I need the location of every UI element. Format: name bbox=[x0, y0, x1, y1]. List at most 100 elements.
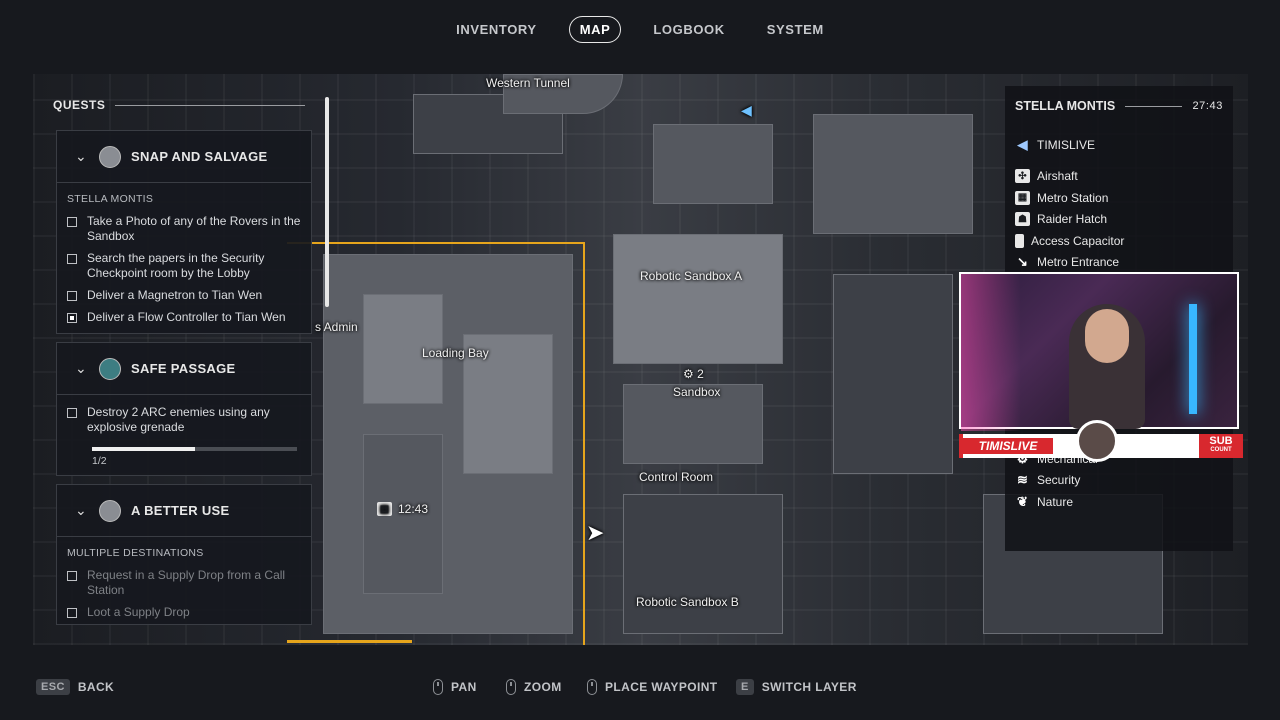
webcam-light bbox=[1189, 304, 1197, 414]
chevron-down-icon[interactable]: ⌄ bbox=[75, 148, 89, 165]
zoom-label: ZOOM bbox=[524, 680, 562, 694]
legend-player-name: TIMISLIVE bbox=[1037, 137, 1096, 152]
map-label-robotic-sandbox-a[interactable]: Robotic Sandbox A bbox=[640, 269, 742, 283]
quest-title: SAFE PASSAGE bbox=[131, 361, 236, 376]
objective-text: Take a Photo of any of the Rovers in the… bbox=[87, 214, 301, 243]
quest-progress-text: 1/2 bbox=[92, 455, 107, 467]
map-label-loading-bay[interactable]: Loading Bay bbox=[422, 346, 489, 360]
zoom-hint: ZOOM bbox=[506, 679, 562, 695]
quest-objective[interactable]: Deliver a Flow Controller to Tian Wen bbox=[57, 307, 311, 333]
map-label-control-room[interactable]: Control Room bbox=[639, 470, 713, 484]
legend-item-security[interactable]: ≋ Security bbox=[1005, 470, 1233, 492]
quests-title: QUESTS bbox=[53, 98, 106, 112]
legend-item-label: Raider Hatch bbox=[1037, 212, 1108, 227]
back-hint[interactable]: ESC BACK bbox=[36, 679, 114, 695]
quests-panel: QUESTS ⌄ SNAP AND SALVAGE STELLA MONTIS … bbox=[53, 90, 333, 630]
metro-entrance-icon: ↘ bbox=[1017, 254, 1028, 270]
back-label: BACK bbox=[77, 680, 115, 694]
raider-hatch-icon: ☗ bbox=[1015, 212, 1030, 227]
gear-icon: ⚙ bbox=[683, 367, 694, 381]
checkbox[interactable] bbox=[67, 608, 77, 618]
objective-text: Loot a Supply Drop bbox=[87, 605, 190, 619]
chevron-down-icon[interactable]: ⌄ bbox=[75, 502, 89, 519]
sub-count-badge: SUB COUNT bbox=[1199, 434, 1243, 458]
quest-objective[interactable]: Search the papers in the Security Checkp… bbox=[57, 248, 311, 285]
quests-header: QUESTS bbox=[53, 90, 333, 120]
quest-giver-avatar bbox=[99, 499, 121, 522]
legend-header: STELLA MONTIS 27:43 bbox=[1005, 86, 1233, 126]
tab-map[interactable]: MAP bbox=[568, 15, 622, 43]
metro-timer-marker[interactable]: ▦ 12:43 bbox=[377, 502, 428, 516]
divider bbox=[115, 104, 305, 106]
metro-station-icon: ▦ bbox=[1015, 190, 1030, 205]
quest-card-safe-passage[interactable]: ⌄ SAFE PASSAGE Destroy 2 ARC enemies usi… bbox=[56, 342, 312, 476]
cursor-icon: ➤ bbox=[586, 520, 605, 545]
quest-objective[interactable]: Destroy 2 ARC enemies using any explosiv… bbox=[57, 395, 311, 439]
metro-station-icon: ▦ bbox=[377, 502, 392, 516]
quest-title: SNAP AND SALVAGE bbox=[131, 149, 268, 164]
quest-card-header[interactable]: ⌄ SAFE PASSAGE bbox=[57, 343, 311, 395]
quest-card-header[interactable]: ⌄ A BETTER USE bbox=[57, 485, 311, 537]
streamer-name: TIMISLIVE bbox=[963, 438, 1053, 454]
quest-card-a-better-use[interactable]: ⌄ A BETTER USE MULTIPLE DESTINATIONS Req… bbox=[56, 484, 312, 625]
quest-objective[interactable]: Request in a Supply Drop from a Call Sta… bbox=[57, 565, 311, 602]
pan-hint: PAN bbox=[433, 679, 477, 695]
legend-item-label: Metro Entrance bbox=[1037, 255, 1120, 270]
objective-text: Deliver a Flow Controller to Tian Wen bbox=[87, 310, 286, 324]
divider bbox=[1125, 105, 1183, 107]
highlighted-zone-edge bbox=[287, 640, 412, 643]
quest-giver-avatar bbox=[99, 357, 121, 380]
security-icon: ≋ bbox=[1017, 472, 1028, 488]
legend-item-label: Nature bbox=[1037, 494, 1074, 509]
control-hints: ESC BACK PAN ZOOM PLACE WAYPOINT E SWITCH … bbox=[0, 679, 1280, 701]
checkbox[interactable] bbox=[67, 291, 77, 301]
player-arrow-icon: ◀ bbox=[741, 102, 752, 118]
map-label-robotic-sandbox-b[interactable]: Robotic Sandbox B bbox=[636, 595, 739, 609]
legend-item-airshaft[interactable]: ✣ Airshaft bbox=[1005, 166, 1233, 188]
legend-item-label: Airshaft bbox=[1037, 169, 1078, 184]
chevron-down-icon[interactable]: ⌄ bbox=[75, 360, 89, 377]
mouse-icon bbox=[433, 679, 443, 695]
legend-item-metro-entrance[interactable]: ↘ Metro Entrance bbox=[1005, 252, 1233, 274]
stream-logo-avatar bbox=[1076, 420, 1118, 462]
airshaft-icon: ✣ bbox=[1015, 169, 1030, 184]
tab-inventory[interactable]: INVENTORY bbox=[446, 17, 547, 42]
webcam-light bbox=[961, 274, 1021, 431]
switch-layer-label: SWITCH LAYER bbox=[761, 680, 857, 694]
map-label-western-tunnel[interactable]: Western Tunnel bbox=[486, 76, 570, 90]
switch-layer-hint[interactable]: E SWITCH LAYER bbox=[736, 679, 857, 695]
quest-objective[interactable]: Take a Photo of any of the Rovers in the… bbox=[57, 211, 311, 248]
legend-item-raider-hatch[interactable]: ☗ Raider Hatch bbox=[1005, 209, 1233, 231]
tab-logbook[interactable]: LOGBOOK bbox=[643, 17, 734, 42]
sandbox-marker[interactable]: ⚙ 2 bbox=[683, 367, 704, 381]
objective-text: Deliver a Magnetron to Tian Wen bbox=[87, 288, 263, 302]
checkbox[interactable] bbox=[67, 217, 77, 227]
quest-objective[interactable]: Loot a Supply Drop bbox=[57, 602, 311, 624]
quest-giver-avatar bbox=[99, 145, 121, 168]
quests-scrollbar[interactable] bbox=[325, 97, 329, 307]
checkbox[interactable] bbox=[67, 254, 77, 264]
quest-card-snap-and-salvage[interactable]: ⌄ SNAP AND SALVAGE STELLA MONTIS Take a … bbox=[56, 130, 312, 334]
sandbox-count: 2 bbox=[697, 367, 704, 381]
e-key: E bbox=[736, 679, 754, 695]
checkbox[interactable] bbox=[67, 408, 77, 418]
webcam-overlay bbox=[959, 272, 1239, 431]
legend-title: STELLA MONTIS bbox=[1015, 99, 1116, 113]
legend-item-metro-station[interactable]: ▦ Metro Station bbox=[1005, 187, 1233, 209]
checkbox-checked[interactable] bbox=[67, 313, 77, 323]
checkbox[interactable] bbox=[67, 571, 77, 581]
nature-icon: ❦ bbox=[1017, 493, 1028, 509]
player-arrow-icon: ◀ bbox=[1017, 136, 1028, 152]
legend-item-access-capacitor[interactable]: Access Capacitor bbox=[1005, 230, 1233, 252]
quest-title: A BETTER USE bbox=[131, 503, 230, 518]
quest-card-header[interactable]: ⌄ SNAP AND SALVAGE bbox=[57, 131, 311, 183]
access-capacitor-icon bbox=[1015, 233, 1024, 248]
objective-text: Search the papers in the Security Checkp… bbox=[87, 251, 265, 280]
legend-player[interactable]: ◀ TIMISLIVE bbox=[1005, 134, 1233, 156]
quest-objective[interactable]: Deliver a Magnetron to Tian Wen bbox=[57, 285, 311, 307]
map-label-sandbox[interactable]: Sandbox bbox=[673, 385, 720, 399]
tab-system[interactable]: SYSTEM bbox=[757, 17, 834, 42]
webcam-person-head bbox=[1085, 309, 1129, 363]
esc-key: ESC bbox=[36, 679, 70, 695]
legend-item-nature[interactable]: ❦ Nature bbox=[1005, 491, 1233, 513]
